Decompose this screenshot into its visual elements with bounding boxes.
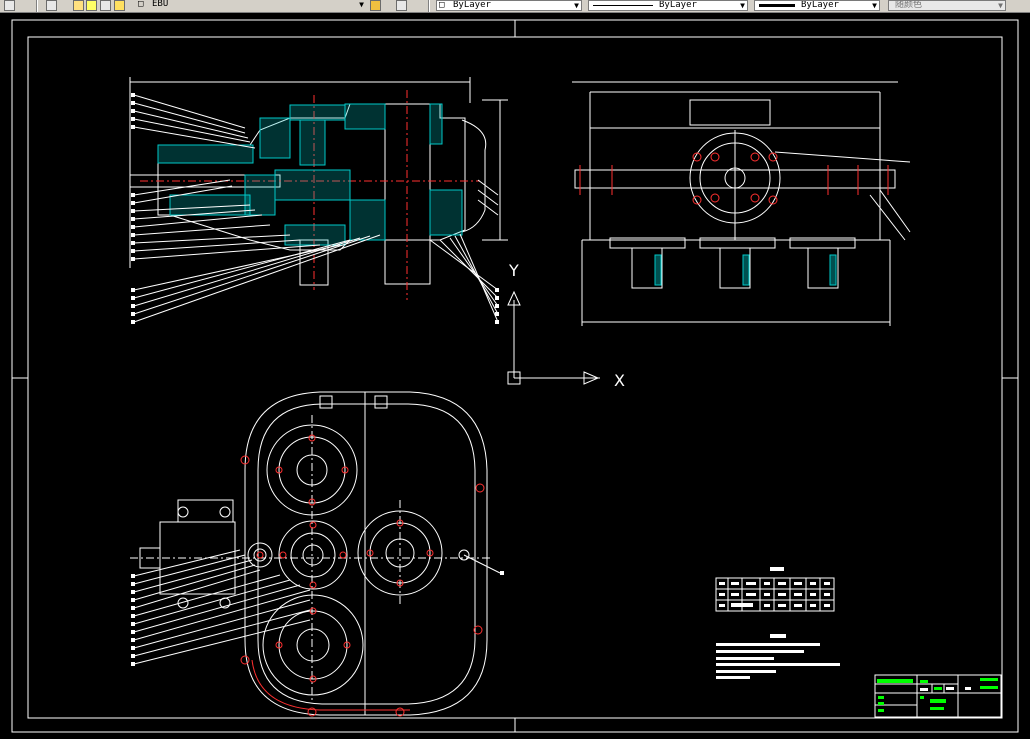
plotstyle-dropdown[interactable]: 随颜色 ▼ — [888, 0, 1006, 11]
color-dropdown[interactable]: □ ByLayer ▼ — [436, 0, 582, 11]
lineweight-preview — [759, 4, 795, 7]
chevron-down-icon: ▼ — [574, 1, 579, 10]
cad-drawing[interactable]: Y X — [0, 12, 1030, 739]
side-view-bolts — [579, 152, 889, 205]
make-current-layer-icon[interactable] — [370, 0, 381, 11]
outer-sheet-border — [11, 19, 1019, 733]
toolbar-separator — [36, 0, 38, 12]
title-block-white — [920, 687, 971, 691]
plotstyle-value: 随颜色 — [895, 0, 923, 10]
toolbar-separator — [428, 0, 430, 12]
chevron-down-icon: ▼ — [998, 1, 1003, 10]
technical-notes — [716, 634, 840, 679]
chevron-down-icon: ▼ — [740, 1, 745, 10]
lineweight-value: ByLayer — [801, 0, 839, 10]
layers-icon[interactable] — [46, 0, 57, 11]
ucs-icon — [507, 290, 600, 385]
color-value: ByLayer — [453, 0, 491, 10]
lineweight-dropdown[interactable]: ByLayer ▼ — [754, 0, 880, 11]
title-block-text — [877, 678, 998, 712]
side-view-hatch — [654, 254, 837, 286]
chevron-down-icon: ▼ — [359, 0, 364, 9]
ucs-y-label: Y — [508, 261, 519, 280]
layer-previous-icon[interactable] — [396, 0, 407, 11]
side-view — [572, 81, 911, 326]
lightbulb-icon[interactable] — [73, 0, 84, 11]
plan-view — [130, 391, 501, 716]
ucs-x-label: X — [614, 371, 625, 390]
drawing-canvas[interactable]: Y X — [0, 12, 1030, 739]
sun-freeze-icon[interactable] — [86, 0, 97, 11]
layer-dropdown[interactable]: □ EBU ▼ — [138, 0, 366, 11]
layer-viewport-icon[interactable] — [100, 0, 111, 11]
chevron-down-icon: ▼ — [872, 1, 877, 10]
linetype-value: ByLayer — [659, 0, 697, 10]
plan-balloons — [131, 571, 504, 666]
layer-manager-icon[interactable] — [4, 0, 15, 11]
lock-icon[interactable] — [114, 0, 125, 11]
layer-name: EBU — [152, 0, 169, 9]
linetype-dropdown[interactable]: ByLayer ▼ — [588, 0, 748, 11]
linetype-preview — [593, 5, 653, 6]
